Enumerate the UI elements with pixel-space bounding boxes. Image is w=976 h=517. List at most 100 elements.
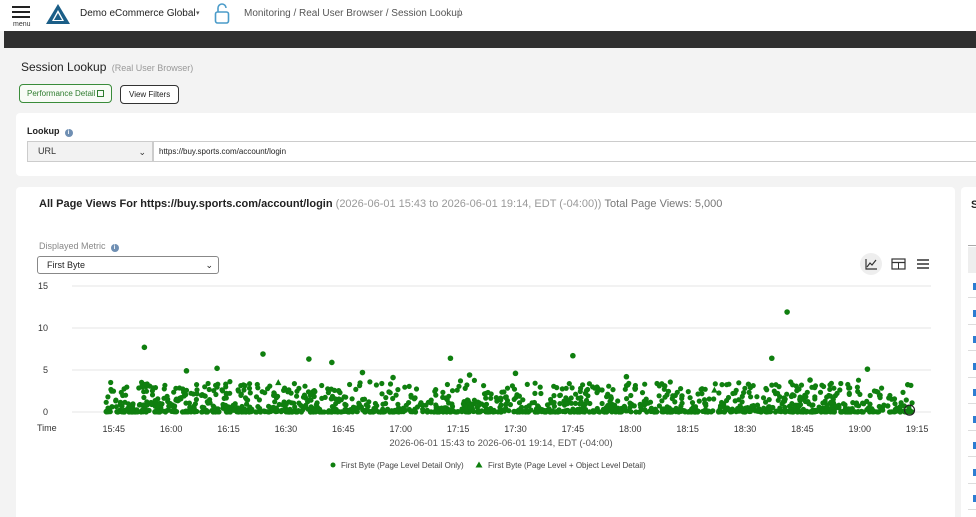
legend-marker-triangle: [475, 461, 483, 468]
legend-marker-circle: [330, 462, 336, 468]
data-point: [281, 387, 287, 393]
data-point: [897, 409, 903, 415]
logo-icon[interactable]: [46, 4, 70, 24]
data-point: [594, 390, 600, 396]
lock-icon[interactable]: [213, 3, 231, 25]
data-point: [591, 409, 597, 415]
data-point: [583, 397, 590, 404]
data-point: [790, 382, 796, 388]
lookup-url-input[interactable]: https://buy.sports.com/account/login: [153, 141, 976, 162]
data-point: [201, 405, 207, 411]
data-point: [557, 392, 563, 399]
org-selector[interactable]: Demo eCommerce Global: [80, 8, 196, 19]
data-point: [497, 404, 503, 410]
data-point: [283, 402, 289, 408]
data-point: [512, 370, 519, 377]
data-point: [390, 374, 396, 381]
data-point: [431, 409, 437, 415]
data-point: [247, 390, 253, 396]
table-icon[interactable]: [887, 253, 909, 275]
data-point: [362, 409, 368, 415]
data-point: [117, 401, 123, 408]
info-icon[interactable]: i: [110, 244, 119, 252]
data-point: [130, 401, 136, 407]
lookup-type-select[interactable]: URL ⌄: [27, 141, 153, 162]
org-dropdown-icon[interactable]: ▾: [196, 9, 200, 17]
data-point: [457, 378, 464, 384]
data-point: [231, 407, 237, 413]
data-point: [190, 391, 196, 397]
data-point: [485, 389, 491, 396]
data-point: [483, 395, 489, 401]
data-point: [782, 404, 788, 410]
data-point: [328, 396, 334, 402]
data-point: [413, 386, 420, 392]
displayed-metric-select[interactable]: First Byte ⌄: [37, 256, 219, 274]
data-point: [193, 396, 199, 403]
data-point: [648, 405, 655, 411]
data-point: [670, 393, 676, 399]
first-byte-scatter-chart[interactable]: 0 5 10 15 Time 15:45 16:00 16:15 16:30 16:45 17:00…: [16, 277, 955, 517]
table-row: [968, 350, 976, 351]
data-point: [223, 408, 229, 414]
data-point: [183, 392, 189, 398]
data-point: [745, 381, 752, 387]
data-point: [754, 402, 761, 408]
data-point: [466, 372, 473, 378]
data-point: [656, 393, 662, 399]
menu-button[interactable]: menu: [10, 3, 32, 29]
data-point: [391, 409, 397, 415]
info-icon[interactable]: i: [64, 129, 73, 137]
data-point: [542, 408, 548, 414]
data-point: [272, 399, 278, 405]
data-point: [460, 401, 466, 407]
list-icon[interactable]: [912, 253, 934, 275]
data-point: [223, 402, 229, 408]
data-point: [532, 380, 538, 386]
data-point: [788, 393, 795, 400]
x-tick-label: 16:30: [275, 424, 298, 434]
data-point: [903, 397, 909, 403]
data-point: [230, 402, 236, 408]
data-point: [521, 409, 527, 415]
line-chart-icon[interactable]: [860, 253, 882, 275]
page-views-chart-card: All Page Views For https://buy.sports.co…: [16, 187, 955, 517]
data-point: [885, 403, 891, 409]
data-point: [894, 405, 900, 411]
data-point: [867, 392, 873, 399]
menu-icon: [12, 6, 30, 8]
data-point: [604, 394, 610, 400]
data-point: [255, 404, 261, 410]
data-point: [194, 382, 200, 388]
data-point: [768, 355, 775, 362]
scatter-cloud: [103, 377, 915, 415]
data-point: [576, 407, 582, 413]
data-point: [441, 405, 448, 411]
data-point: [424, 407, 430, 413]
table-row: [968, 376, 976, 378]
data-point: [548, 396, 554, 403]
pin-icon[interactable]: ⊥: [455, 7, 464, 18]
data-point: [685, 389, 691, 395]
data-point: [797, 396, 803, 402]
view-filters-button[interactable]: View Filters: [120, 85, 180, 104]
data-point: [716, 390, 722, 396]
performance-detail-button[interactable]: Performance Detail: [19, 84, 113, 103]
data-point: [443, 395, 449, 401]
data-point: [606, 383, 612, 389]
data-point: [191, 405, 197, 411]
data-point: [215, 381, 221, 387]
data-point: [446, 400, 452, 406]
data-point: [696, 398, 702, 404]
data-point: [842, 402, 848, 408]
data-point: [831, 385, 837, 391]
data-point: [551, 403, 558, 409]
menu-icon-bar: [12, 16, 30, 18]
data-point: [498, 395, 504, 401]
data-point: [699, 391, 705, 397]
data-point: [253, 394, 260, 400]
data-point: [799, 409, 805, 415]
data-point: [423, 402, 429, 408]
x-tick-label: 16:15: [217, 424, 240, 434]
data-point: [809, 384, 815, 390]
